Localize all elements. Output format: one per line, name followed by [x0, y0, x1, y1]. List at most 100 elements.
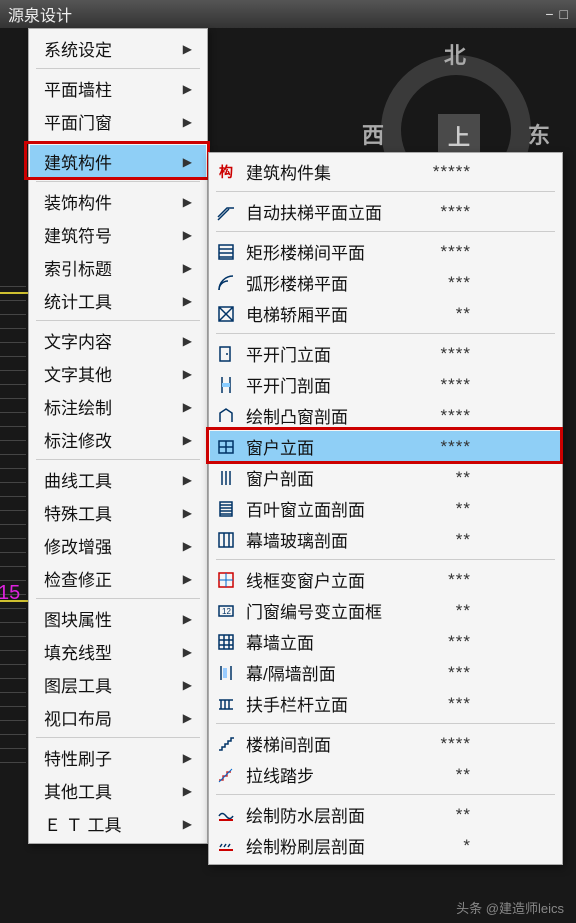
rating-stars: ***** — [341, 162, 473, 182]
menu-label: 特性刷子 — [44, 745, 112, 770]
menu-item[interactable]: 图块属性▶ — [30, 602, 206, 635]
submenu-label: 幕墙玻璃剖面 — [246, 527, 348, 552]
rating-stars: **** — [392, 202, 473, 222]
menu-item[interactable]: 文字其他▶ — [30, 357, 206, 390]
submenu-arrow-icon: ▶ — [183, 195, 192, 209]
menu-label: 检查修正 — [44, 566, 112, 591]
submenu-item[interactable]: 构建筑构件集***** — [210, 156, 561, 187]
menu-item[interactable]: 填充线型▶ — [30, 635, 206, 668]
submenu-item[interactable]: 自动扶梯平面立面**** — [210, 196, 561, 227]
menu-label: 填充线型 — [44, 639, 112, 664]
menu-label: 标注修改 — [44, 427, 112, 452]
submenu-label: 平开门立面 — [246, 341, 331, 366]
menu-item[interactable]: 修改增强▶ — [30, 529, 206, 562]
submenu-item[interactable]: 电梯轿厢平面** — [210, 298, 561, 329]
menu-item[interactable]: 检查修正▶ — [30, 562, 206, 595]
menu-label: 图层工具 — [44, 672, 112, 697]
menu-item[interactable]: 平面门窗▶ — [30, 105, 206, 138]
minimize-icon[interactable]: − — [545, 6, 553, 22]
menu-label: 系统设定 — [44, 36, 112, 61]
submenu-arrow-icon: ▶ — [183, 228, 192, 242]
menu-item[interactable]: 系统设定▶ — [30, 32, 206, 65]
submenu-label: 幕/隔墙剖面 — [246, 660, 336, 685]
submenu-label: 窗户剖面 — [246, 465, 314, 490]
menu-item[interactable]: 平面墙柱▶ — [30, 72, 206, 105]
grid-icon — [216, 632, 236, 652]
pin-icon[interactable]: □ — [560, 6, 568, 22]
submenu-item[interactable]: 绘制粉刷层剖面 * — [210, 830, 561, 861]
submenu-arrow-icon: ▶ — [183, 711, 192, 725]
submenu-item[interactable]: 弧形楼梯平面*** — [210, 267, 561, 298]
menu-item[interactable]: 曲线工具 ▶ — [30, 463, 206, 496]
menu-item[interactable]: 标注绘制▶ — [30, 390, 206, 423]
submenu-item[interactable]: 矩形楼梯间平面**** — [210, 236, 561, 267]
menu-item[interactable]: 标注修改 ▶ — [30, 423, 206, 456]
menu-label: 特殊工具 — [44, 500, 112, 525]
submenu-item[interactable]: 窗户剖面** — [210, 462, 561, 493]
menu-label: 其他工具 — [44, 778, 112, 803]
submenu-arrow-icon: ▶ — [183, 473, 192, 487]
menu-item[interactable]: 统计工具▶ — [30, 284, 206, 317]
menu-item[interactable]: 其他工具▶ — [30, 774, 206, 807]
rating-stars: **** — [341, 734, 473, 754]
submenu-arrow-icon: ▶ — [183, 678, 192, 692]
submenu-item[interactable]: 平开门剖面**** — [210, 369, 561, 400]
submenu-arrow-icon: ▶ — [183, 367, 192, 381]
submenu-item[interactable]: 扶手栏杆立面*** — [210, 688, 561, 719]
rating-stars: **** — [358, 406, 473, 426]
submenu-label: 线框变窗户立面 — [246, 567, 365, 592]
submenu-item[interactable]: 幕/隔墙剖面 *** — [210, 657, 561, 688]
menu-item[interactable]: 特性刷子▶ — [30, 741, 206, 774]
submenu-item[interactable]: 百叶窗立面剖面** — [210, 493, 561, 524]
menu-item[interactable]: 装饰构件 ▶ — [30, 185, 206, 218]
arc-stair-icon — [216, 273, 236, 293]
submenu-item[interactable]: 幕墙玻璃剖面** — [210, 524, 561, 555]
menu-item[interactable]: 索引标题▶ — [30, 251, 206, 284]
rating-stars: *** — [358, 694, 473, 714]
app-title: 源泉设计 — [8, 2, 72, 26]
submenu-arrow-icon: ▶ — [183, 433, 192, 447]
menu-item[interactable]: 图层工具 ▶ — [30, 668, 206, 701]
compass-north: 北 — [444, 38, 466, 70]
menu-label: Ｅ Ｔ 工具 — [44, 811, 121, 836]
submenu-label: 窗户立面 — [246, 434, 314, 459]
sub-menu[interactable]: 构建筑构件集***** 自动扶梯平面立面**** 矩形楼梯间平面****弧形楼梯平面… — [208, 152, 563, 865]
menu-item[interactable]: 建筑符号▶ — [30, 218, 206, 251]
tread-icon — [216, 765, 236, 785]
rating-stars: ** — [375, 805, 473, 825]
submenu-item[interactable]: 平开门立面**** — [210, 338, 561, 369]
menu-item[interactable]: 视口布局 ▶ — [30, 701, 206, 734]
submenu-label: 绘制粉刷层剖面 — [246, 833, 365, 858]
compass-east: 东 — [528, 118, 550, 150]
submenu-item[interactable]: 12门窗编号变立面框** — [210, 595, 561, 626]
submenu-item[interactable]: 楼梯间剖面**** — [210, 728, 561, 759]
title-bar[interactable]: 源泉设计 − □ — [0, 0, 576, 28]
submenu-arrow-icon: ▶ — [183, 82, 192, 96]
submenu-item[interactable]: 绘制防水层剖面** — [210, 799, 561, 830]
submenu-item[interactable]: 窗户立面**** — [210, 431, 561, 462]
submenu-item[interactable]: 幕墙立面*** — [210, 626, 561, 657]
menu-label: 图块属性 — [44, 606, 112, 631]
menu-label: 装饰构件 — [44, 189, 112, 214]
door-elev-icon — [216, 344, 236, 364]
rating-stars: **** — [341, 375, 473, 395]
submenu-item[interactable]: 绘制凸窗剖面**** — [210, 400, 561, 431]
submenu-item[interactable]: 线框变窗户立面*** — [210, 564, 561, 595]
win-elev-icon — [216, 437, 236, 457]
rating-stars: *** — [346, 663, 473, 683]
submenu-arrow-icon: ▶ — [183, 400, 192, 414]
menu-label: 视口布局 — [44, 705, 112, 730]
main-menu[interactable]: 系统设定▶平面墙柱▶平面门窗▶建筑构件▶装饰构件▶建筑符号▶索引标题▶统计工具▶… — [28, 28, 208, 844]
menu-label: 曲线工具 — [44, 467, 112, 492]
submenu-arrow-icon: ▶ — [183, 261, 192, 275]
submenu-arrow-icon: ▶ — [183, 334, 192, 348]
menu-item[interactable]: 建筑构件▶ — [30, 145, 206, 178]
submenu-item[interactable]: 拉线踏步** — [210, 759, 561, 790]
rating-stars: ** — [358, 304, 473, 324]
submenu-label: 门窗编号变立面框 — [246, 598, 382, 623]
menu-item[interactable]: 文字内容▶ — [30, 324, 206, 357]
submenu-label: 幕墙立面 — [246, 629, 314, 654]
rating-stars: * — [375, 836, 473, 856]
menu-item[interactable]: 特殊工具▶ — [30, 496, 206, 529]
menu-item[interactable]: Ｅ Ｔ 工具▶ — [30, 807, 206, 840]
